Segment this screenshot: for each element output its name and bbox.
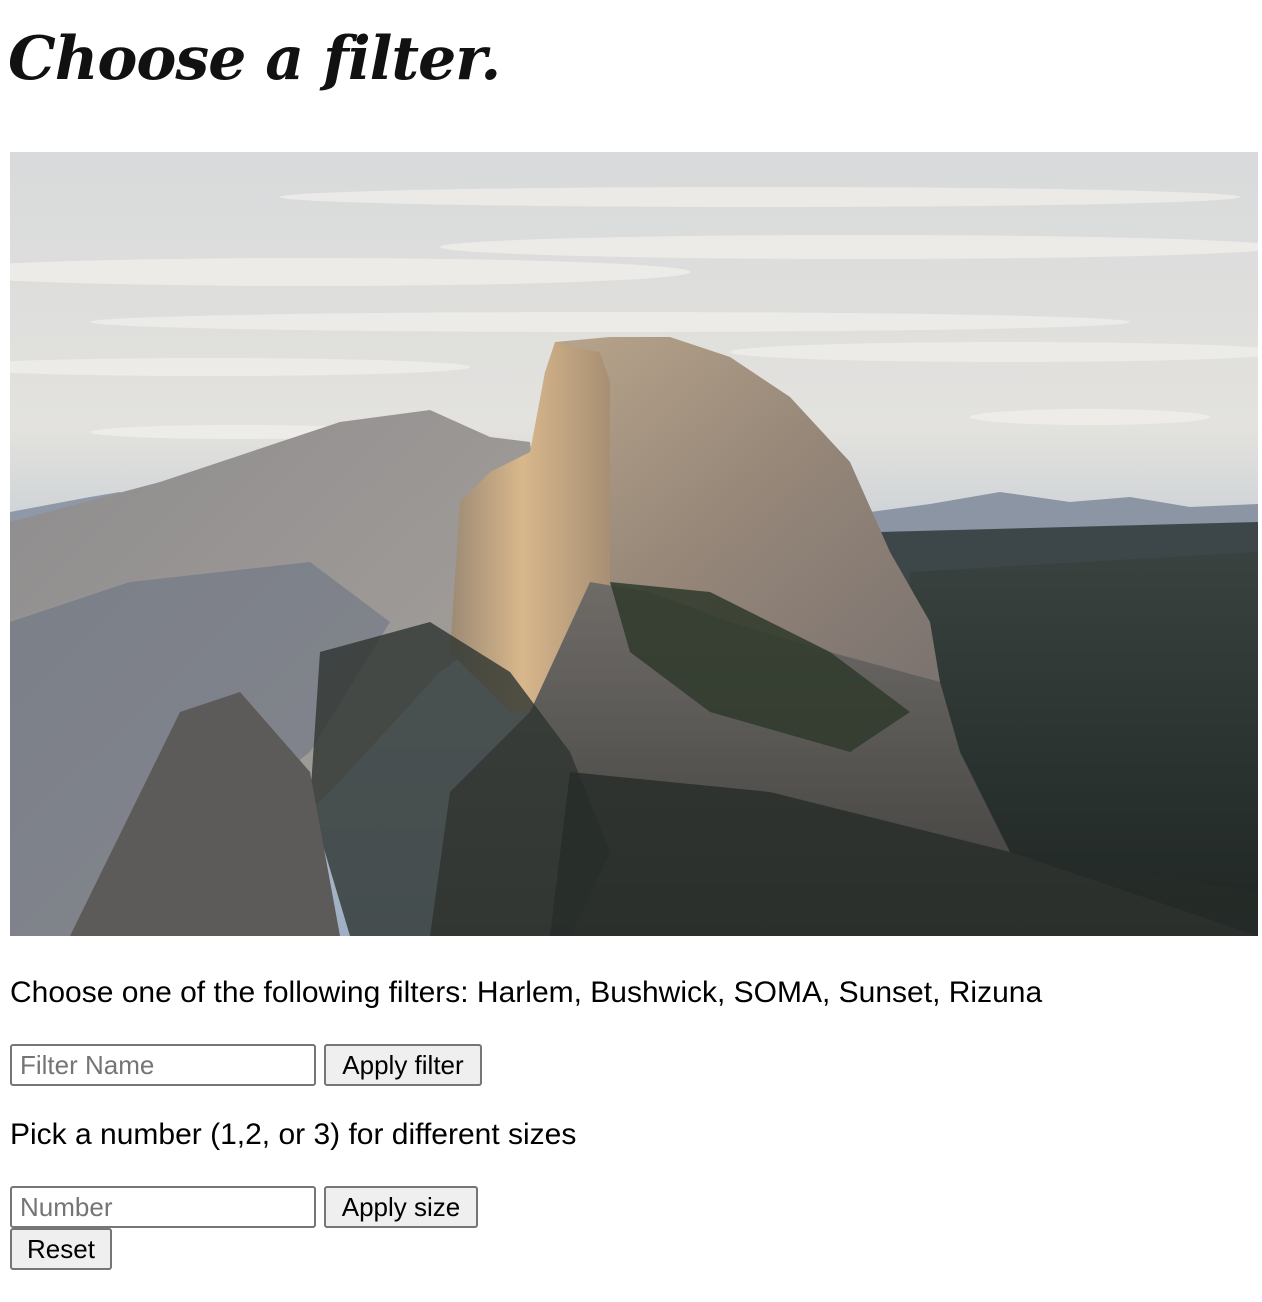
apply-filter-button[interactable]: Apply filter xyxy=(324,1044,482,1086)
size-number-input[interactable] xyxy=(10,1186,316,1228)
page-title: Choose a filter. xyxy=(8,24,501,94)
filter-name-input[interactable] xyxy=(10,1044,316,1086)
apply-size-button[interactable]: Apply size xyxy=(324,1186,478,1228)
size-instructions: Pick a number (1,2, or 3) for different … xyxy=(10,1118,577,1151)
filter-instructions: Choose one of the following filters: Har… xyxy=(10,976,1043,1009)
landscape-photo xyxy=(10,152,1258,936)
reset-button[interactable]: Reset xyxy=(10,1228,112,1270)
